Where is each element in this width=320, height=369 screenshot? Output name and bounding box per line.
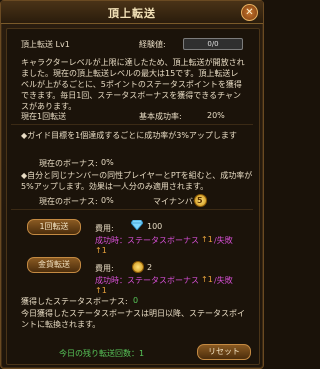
diamond-icon [131,220,143,230]
exp-label: 経験値: [139,40,166,49]
my-number-value: 5 [197,196,203,205]
gained-bonus-value: 0 [133,296,139,305]
conversion-notice: 今日獲得したステータスボーナスは明日以降、ステータスポイントに転換されます。 [21,309,245,329]
gem-fail-value: ↑1 [95,246,107,255]
exp-bar: 0/0 [183,38,243,50]
divider [11,124,253,125]
divider [11,209,253,210]
gem-cost-label: 費用: [95,224,114,233]
base-rate-label: 基本成功率: [139,112,182,121]
gem-success-text: 成功時：ステータスボーナス [95,236,199,245]
remaining-transfers: 今日の残り転送回数：1 [59,349,145,358]
gem-success-value: ↑1 [201,235,213,244]
bonus2-label: 現在のボーナス: [39,197,98,206]
coin-fail-value: ↑1 [95,286,107,295]
gem-cost-value: 100 [147,222,163,231]
coin-cost-label: 費用: [95,264,114,273]
close-icon[interactable]: ✕ [241,4,258,21]
transfer-window: 頂上転送 ✕ 頂上転送 Lv1 経験値: 0/0 キャラクターレベルが上限に達し… [0,0,264,369]
gem-fail-text: /失敗 [214,236,233,245]
window-title: 頂上転送 [108,7,156,20]
exp-value: 0/0 [207,40,219,48]
reset-button[interactable]: リセット [197,344,251,360]
current-transfer-label: 現在1回転送 [21,112,67,121]
base-rate-value: 20% [207,111,225,120]
coin-success-text: 成功時：ステータスボーナス [95,276,199,285]
gained-bonus-label: 獲得したステータスボーナス: [21,297,128,306]
coin-cost-value: 2 [147,263,153,272]
description-text: キャラクターレベルが上限に達したため、頂上転送が開放されました。現在の頂上転送レ… [21,58,245,111]
guide-note: ◆ガイド目標を1個達成するごとに成功率が3%アップします [21,131,237,140]
gem-transfer-button[interactable]: 1回転送 [27,219,81,235]
bonus1-value: 0% [101,158,114,167]
coin-transfer-button[interactable]: 金貨転送 [27,257,81,273]
title-bar: 頂上転送 ✕ [1,1,263,24]
bonus2-value: 0% [101,196,114,205]
coin-success-value: ↑1 [201,275,213,284]
coin-fail-text: /失敗 [214,276,233,285]
bonus1-label: 現在のボーナス: [39,159,98,168]
party-note: ◆自分と同じナンバーの同性プレイヤーとPTを組むと、成功率が5%アップします。効… [21,171,253,191]
coin-icon [132,261,144,273]
level-label: 頂上転送 Lv1 [21,40,70,49]
